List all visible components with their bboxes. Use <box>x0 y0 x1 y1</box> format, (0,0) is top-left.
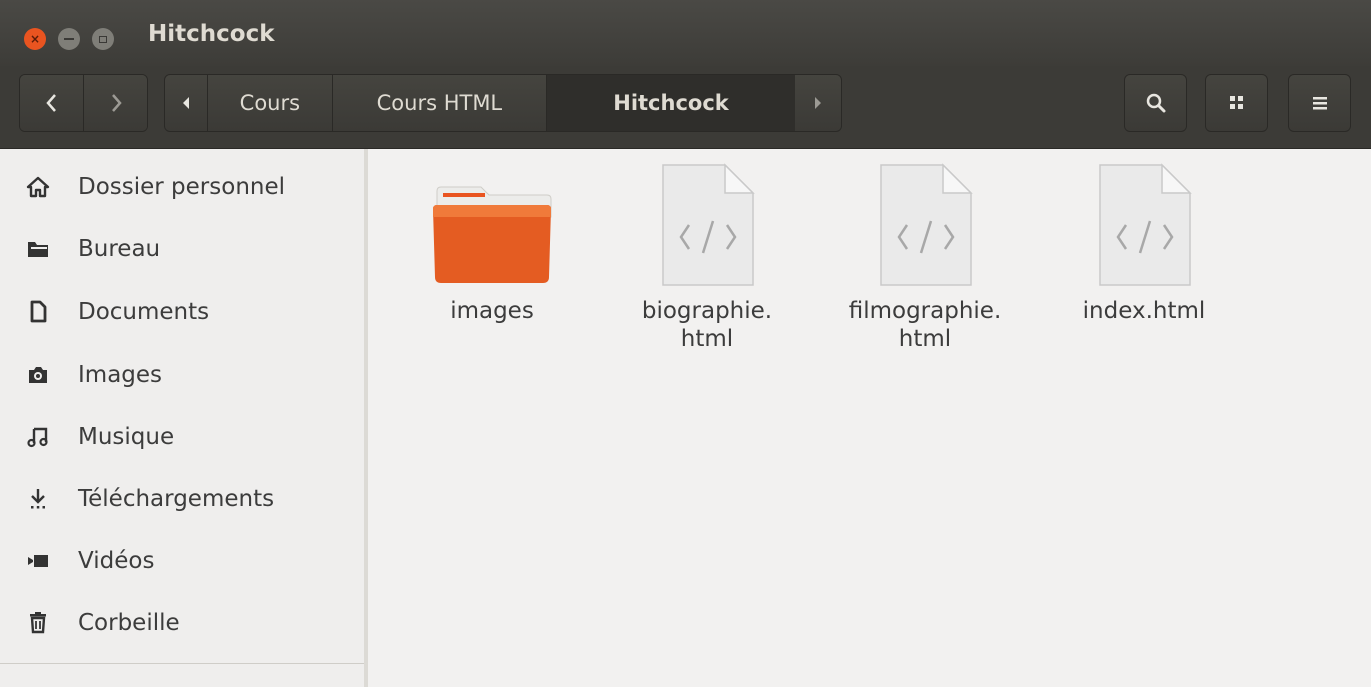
html-file-icon <box>1080 159 1208 287</box>
sidebar-item-label: Dossier personnel <box>78 174 286 200</box>
sidebar-item-images[interactable]: Images <box>0 347 364 403</box>
navigation-buttons <box>19 74 148 132</box>
search-button[interactable] <box>1124 74 1187 132</box>
breadcrumb-item-hitchcock[interactable]: Hitchcock <box>545 75 796 131</box>
breadcrumb-item-cours[interactable]: Cours <box>206 75 332 131</box>
breadcrumb-item-cours-html[interactable]: Cours HTML <box>332 75 546 131</box>
breadcrumb-scroll-left-button[interactable] <box>165 75 207 131</box>
back-button[interactable] <box>20 75 83 131</box>
window-title: Hitchcock <box>148 21 275 47</box>
minimize-window-button[interactable] <box>58 28 80 50</box>
arrow-left-icon <box>182 97 189 109</box>
grid-view-icon <box>1229 96 1243 109</box>
arrow-right-icon <box>815 97 822 109</box>
maximize-window-button[interactable] <box>92 28 114 50</box>
camera-icon <box>24 361 52 389</box>
toolbar: Cours Cours HTML Hitchcock <box>0 66 1371 149</box>
folder-icon <box>24 235 52 263</box>
file-name: biographie. html <box>641 298 773 352</box>
close-window-button[interactable]: × <box>24 28 46 50</box>
document-icon <box>24 298 52 326</box>
file-item-images[interactable]: images <box>402 159 582 325</box>
sidebar-item-musique[interactable]: Musique <box>0 409 364 465</box>
file-item-index-html[interactable]: index.html <box>1054 159 1234 325</box>
file-item-biographie-html[interactable]: biographie. html <box>617 159 797 353</box>
sidebar-item-label: Documents <box>78 299 210 325</box>
sidebar-item-bureau[interactable]: Bureau <box>0 221 364 277</box>
file-name: images <box>450 298 534 324</box>
menu-button[interactable] <box>1288 74 1351 132</box>
folder-icon <box>428 159 556 287</box>
breadcrumb: Cours Cours HTML Hitchcock <box>164 74 842 132</box>
search-icon <box>1146 93 1165 113</box>
chevron-right-icon <box>111 94 122 112</box>
home-icon <box>24 173 52 201</box>
view-mode-button[interactable] <box>1205 74 1268 132</box>
sidebar-item-videos[interactable]: Vidéos <box>0 533 364 589</box>
file-view: images biographie. html filmographie. ht <box>372 149 1371 687</box>
sidebar-item-label: Images <box>78 362 163 388</box>
forward-button[interactable] <box>83 75 147 131</box>
title-bar: × Hitchcock <box>0 0 1371 66</box>
sidebar: Dossier personnel Bureau Documents Image… <box>0 149 368 687</box>
video-camera-icon <box>24 547 52 575</box>
sidebar-item-label: Vidéos <box>78 548 155 574</box>
sidebar-item-corbeille[interactable]: Corbeille <box>0 595 364 651</box>
chevron-left-icon <box>45 94 56 112</box>
html-file-icon <box>861 159 989 287</box>
sidebar-item-label: Corbeille <box>78 610 180 636</box>
sidebar-item-label: Bureau <box>78 236 161 262</box>
trash-icon <box>24 609 52 637</box>
sidebar-item-telechargements[interactable]: Téléchargements <box>0 471 364 527</box>
file-name: index.html <box>1082 298 1206 324</box>
sidebar-divider <box>0 663 364 664</box>
music-note-icon <box>24 423 52 451</box>
sidebar-item-documents[interactable]: Documents <box>0 284 364 340</box>
breadcrumb-scroll-right-button[interactable] <box>795 75 841 131</box>
html-file-icon <box>643 159 771 287</box>
download-icon <box>24 485 52 513</box>
file-name: filmographie. html <box>848 298 1002 352</box>
sidebar-item-dossier-personnel[interactable]: Dossier personnel <box>0 159 364 215</box>
sidebar-item-label: Musique <box>78 424 175 450</box>
hamburger-menu-icon <box>1312 97 1327 110</box>
sidebar-item-label: Téléchargements <box>78 486 275 512</box>
file-item-filmographie-html[interactable]: filmographie. html <box>835 159 1015 353</box>
